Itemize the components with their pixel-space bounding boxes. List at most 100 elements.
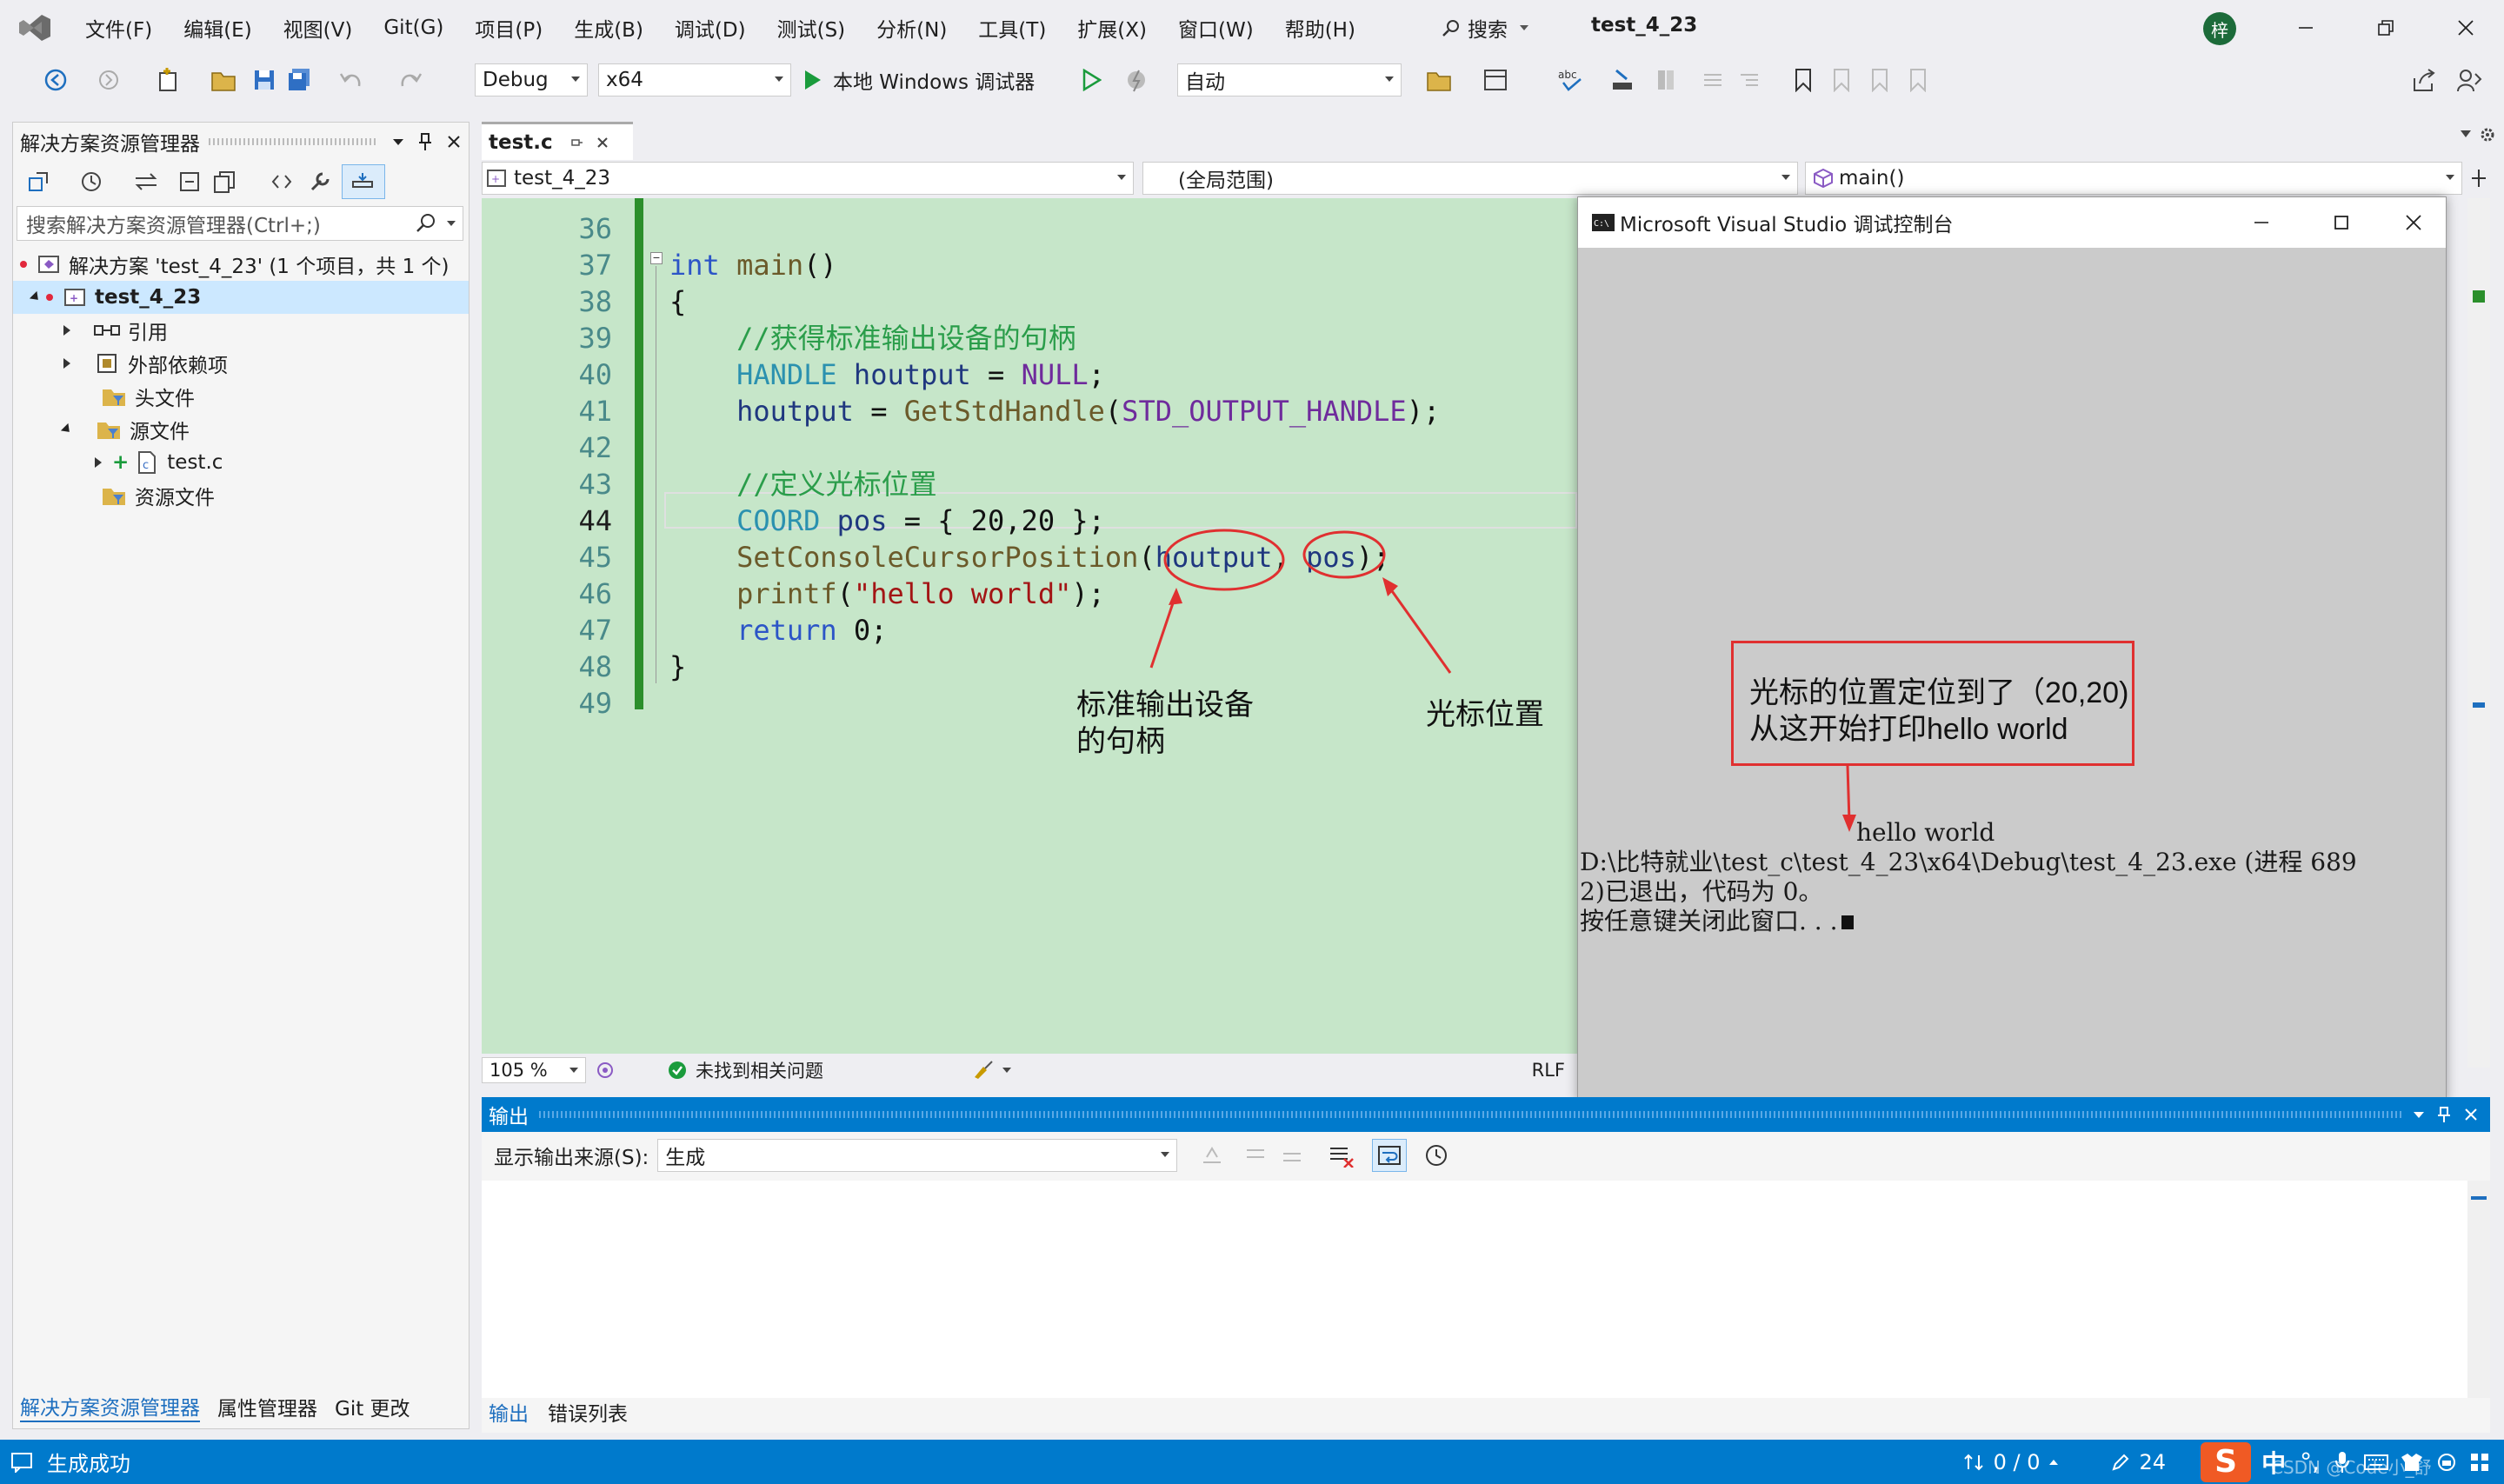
menu-item-1[interactable]: 编辑(E) (168, 0, 267, 56)
chevron-up-icon[interactable] (2048, 1459, 2058, 1465)
word-wrap-icon[interactable] (1372, 1139, 1408, 1172)
console-maximize-button[interactable] (2301, 197, 2381, 248)
step-icon[interactable] (1605, 63, 1640, 97)
menu-item-9[interactable]: 工具(T) (962, 0, 1062, 56)
forward-button[interactable] (96, 63, 122, 97)
member-nav-select[interactable]: main() (1805, 162, 2462, 195)
tree-item-project[interactable]: + test_4_23 (13, 281, 469, 314)
clear-bookmarks-icon[interactable] (1902, 63, 1934, 97)
output-text-area[interactable] (482, 1181, 2473, 1398)
comment-icon[interactable] (1697, 63, 1728, 97)
expand-arrow-icon[interactable] (29, 290, 43, 304)
menu-item-11[interactable]: 窗口(W) (1162, 0, 1269, 56)
pin-icon[interactable] (2438, 1106, 2450, 1123)
undo-icon[interactable] (334, 63, 369, 97)
folder-icon[interactable] (1422, 63, 1457, 97)
layout-icon[interactable] (1478, 63, 1513, 97)
next-message-icon[interactable] (1280, 1143, 1304, 1168)
menu-item-7[interactable]: 测试(S) (762, 0, 862, 56)
solution-search-input[interactable]: 搜索解决方案资源管理器(Ctrl+;) (17, 206, 463, 241)
close-icon[interactable] (439, 135, 469, 149)
hot-reload-icon[interactable] (1116, 63, 1156, 97)
editor-vertical-scrollbar[interactable] (2467, 198, 2490, 1068)
zoom-select[interactable]: 105 % (482, 1057, 586, 1083)
git-changes-count[interactable]: 0 / 0 (1994, 1450, 2041, 1474)
sogou-ime-icon[interactable]: S (2201, 1441, 2252, 1482)
share-icon[interactable] (2407, 63, 2441, 97)
edit-count[interactable]: 24 (2140, 1450, 2167, 1474)
dropdown-icon[interactable] (385, 138, 411, 145)
menu-item-0[interactable]: 文件(F) (70, 0, 168, 56)
bookmark-icon[interactable] (1788, 63, 1819, 97)
next-bookmark-icon[interactable] (1864, 63, 1895, 97)
save-all-icon[interactable] (283, 63, 315, 97)
start-without-debugging-button[interactable] (1078, 63, 1104, 97)
open-file-icon[interactable] (209, 63, 240, 97)
find-message-icon[interactable] (1200, 1143, 1224, 1168)
configuration-select[interactable]: Debug (475, 63, 588, 96)
grid-icon[interactable] (2469, 1452, 2490, 1473)
output-source-select[interactable]: 生成 (657, 1139, 1178, 1172)
menu-item-6[interactable]: 调试(D) (659, 0, 762, 56)
spell-check-icon[interactable]: abc (1553, 63, 1588, 97)
tab-git-changes[interactable]: Git 更改 (335, 1392, 410, 1421)
git-changes-icon[interactable] (1962, 1452, 1985, 1473)
prev-message-icon[interactable] (1243, 1143, 1268, 1168)
menu-item-10[interactable]: 扩展(X) (1062, 0, 1162, 56)
breakpoint-icon[interactable] (1648, 63, 1683, 97)
pin-icon[interactable] (570, 136, 583, 149)
settings-gear-icon[interactable] (2478, 125, 2497, 144)
expand-arrow-icon[interactable] (60, 423, 74, 436)
tab-test-c[interactable]: test.c (482, 122, 633, 160)
collapse-all-icon[interactable] (175, 168, 204, 196)
cleanup-brush-icon[interactable] (971, 1060, 996, 1081)
back-button[interactable] (38, 63, 73, 97)
clear-all-icon[interactable] (1329, 1143, 1355, 1168)
menu-item-3[interactable]: Git(G) (368, 0, 459, 56)
tree-item-resource-files[interactable]: 资源文件 (13, 479, 469, 512)
tab-solution-explorer[interactable]: 解决方案资源管理器 (20, 1391, 200, 1422)
clock-icon[interactable] (1424, 1143, 1448, 1168)
tree-item-source-files[interactable]: 源文件 (13, 413, 469, 446)
line-ending[interactable]: RLF (1532, 1060, 1565, 1081)
avatar[interactable]: 梓 (2203, 12, 2236, 45)
save-icon[interactable] (249, 63, 280, 97)
output-vertical-scrollbar[interactable] (2467, 1181, 2490, 1398)
prev-bookmark-icon[interactable] (1826, 63, 1857, 97)
tree-item-test-c[interactable]: + c test.c (13, 446, 469, 479)
chevron-down-icon[interactable] (1002, 1068, 1011, 1073)
split-editor-icon[interactable] (2467, 165, 2490, 191)
close-button[interactable] (2426, 0, 2504, 56)
collapsed-arrow-icon[interactable] (63, 325, 70, 336)
intellicode-icon[interactable] (595, 1060, 616, 1081)
restore-button[interactable] (2346, 0, 2426, 56)
tab-output[interactable]: 输出 (489, 1397, 529, 1427)
collapsed-arrow-icon[interactable] (95, 457, 102, 468)
pencil-icon[interactable] (2110, 1452, 2131, 1473)
debug-console-window[interactable]: C:\ Microsoft Visual Studio 调试控制台 光标的位置定… (1577, 196, 2447, 1102)
uncomment-icon[interactable] (1734, 63, 1765, 97)
close-icon[interactable] (596, 136, 609, 149)
collapsed-arrow-icon[interactable] (63, 358, 70, 369)
redo-icon[interactable] (393, 63, 428, 97)
preview-selected-icon[interactable] (342, 164, 385, 199)
start-debugging-button[interactable]: 本地 Windows 调试器 (802, 63, 1071, 97)
tab-error-list[interactable]: 错误列表 (548, 1397, 628, 1427)
scope-nav-select[interactable]: (全局范围) (1142, 162, 1798, 195)
menu-item-2[interactable]: 视图(V) (268, 0, 369, 56)
platform-select[interactable]: x64 (598, 63, 791, 96)
tree-item-solution[interactable]: 解决方案 'test_4_23' (1 个项目，共 1 个) (13, 248, 469, 281)
show-all-files-icon[interactable] (210, 168, 239, 196)
tree-item-header-files[interactable]: 头文件 (13, 380, 469, 413)
switch-views-icon[interactable] (131, 168, 161, 196)
history-icon[interactable] (74, 168, 109, 196)
minimize-button[interactable] (2266, 0, 2346, 56)
new-project-icon[interactable] (151, 63, 186, 97)
close-icon[interactable] (2464, 1108, 2478, 1121)
pin-icon[interactable] (411, 132, 439, 151)
live-share-icon[interactable] (2452, 63, 2487, 97)
project-nav-select[interactable]: + test_4_23 (482, 162, 1134, 195)
console-close-button[interactable] (2381, 197, 2446, 248)
dropdown-icon[interactable] (2414, 1111, 2424, 1118)
code-editor[interactable]: 36 37 38 39 40 41 42 43 44 45 46 47 48 49 − int main(… (482, 198, 1577, 1054)
